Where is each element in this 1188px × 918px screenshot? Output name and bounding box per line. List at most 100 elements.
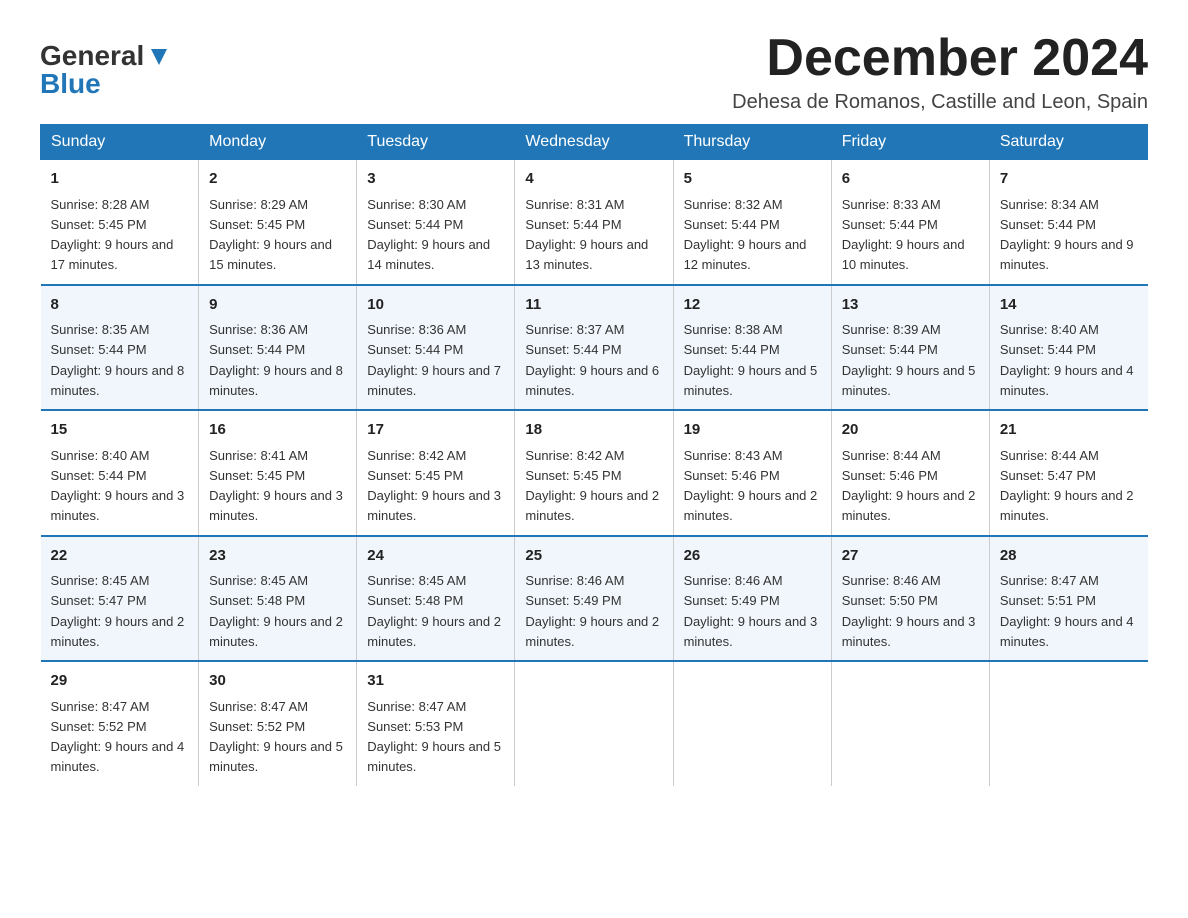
day-number: 31: [367, 670, 504, 693]
day-number: 4: [525, 168, 662, 191]
header-day-sunday: Sunday: [41, 125, 199, 160]
calendar-cell: [673, 661, 831, 786]
calendar-cell: 3Sunrise: 8:30 AMSunset: 5:44 PMDaylight…: [357, 160, 515, 285]
calendar-cell: 24 Sunrise: 8:45 AMSunset: 5:48 PMDayligh…: [357, 536, 515, 662]
day-number: 21: [1000, 419, 1138, 442]
calendar-cell: 10 Sunrise: 8:36 AMSunset: 5:44 PMDayligh…: [357, 285, 515, 411]
day-number: 15: [51, 419, 189, 442]
calendar-cell: 6 Sunrise: 8:33 AMSunset: 5:44 PMDaylight…: [831, 160, 989, 285]
calendar-cell: [989, 661, 1147, 786]
day-info: Sunrise: 8:36 AMSunset: 5:44 PMDaylight:…: [209, 322, 343, 398]
calendar-cell: 14 Sunrise: 8:40 AMSunset: 5:44 PMDayligh…: [989, 285, 1147, 411]
day-info: Sunrise: 8:42 AMSunset: 5:45 PMDaylight:…: [525, 448, 659, 524]
day-info: Sunrise: 8:35 AMSunset: 5:44 PMDaylight:…: [51, 322, 185, 398]
day-number: 17: [367, 419, 504, 442]
day-number: 6: [842, 168, 979, 191]
day-info: Sunrise: 8:47 AMSunset: 5:52 PMDaylight:…: [51, 699, 185, 775]
calendar-cell: 26Sunrise: 8:46 AMSunset: 5:49 PMDayligh…: [673, 536, 831, 662]
day-info: Sunrise: 8:43 AMSunset: 5:46 PMDaylight:…: [684, 448, 818, 524]
header-day-monday: Monday: [199, 125, 357, 160]
day-number: 2: [209, 168, 346, 191]
day-number: 27: [842, 545, 979, 568]
day-info: Sunrise: 8:45 AMSunset: 5:48 PMDaylight:…: [367, 573, 501, 649]
calendar-cell: 30 Sunrise: 8:47 AMSunset: 5:52 PMDayligh…: [199, 661, 357, 786]
calendar-cell: 18 Sunrise: 8:42 AMSunset: 5:45 PMDayligh…: [515, 410, 673, 536]
day-number: 13: [842, 294, 979, 317]
calendar-table: SundayMondayTuesdayWednesdayThursdayFrid…: [40, 124, 1148, 786]
day-info: Sunrise: 8:34 AMSunset: 5:44 PMDaylight:…: [1000, 197, 1134, 273]
day-number: 19: [684, 419, 821, 442]
day-info: Sunrise: 8:36 AMSunset: 5:44 PMDaylight:…: [367, 322, 501, 398]
day-info: Sunrise: 8:32 AMSunset: 5:44 PMDaylight:…: [684, 197, 807, 273]
header-day-wednesday: Wednesday: [515, 125, 673, 160]
day-number: 1: [51, 168, 189, 191]
calendar-cell: 11 Sunrise: 8:37 AMSunset: 5:44 PMDayligh…: [515, 285, 673, 411]
calendar-cell: 5 Sunrise: 8:32 AMSunset: 5:44 PMDaylight…: [673, 160, 831, 285]
calendar-week-row: 29Sunrise: 8:47 AMSunset: 5:52 PMDayligh…: [41, 661, 1148, 786]
day-info: Sunrise: 8:30 AMSunset: 5:44 PMDaylight:…: [367, 197, 490, 273]
day-info: Sunrise: 8:29 AMSunset: 5:45 PMDaylight:…: [209, 197, 332, 273]
day-number: 22: [51, 545, 189, 568]
calendar-cell: [515, 661, 673, 786]
day-number: 24: [367, 545, 504, 568]
day-info: Sunrise: 8:44 AMSunset: 5:46 PMDaylight:…: [842, 448, 976, 524]
calendar-cell: 8 Sunrise: 8:35 AMSunset: 5:44 PMDaylight…: [41, 285, 199, 411]
logo-blue-row: Blue: [40, 68, 101, 100]
month-title: December 2024: [732, 30, 1148, 87]
calendar-cell: 31 Sunrise: 8:47 AMSunset: 5:53 PMDayligh…: [357, 661, 515, 786]
day-number: 14: [1000, 294, 1138, 317]
logo-blue-text: Blue: [40, 68, 101, 100]
day-number: 8: [51, 294, 189, 317]
day-info: Sunrise: 8:46 AMSunset: 5:50 PMDaylight:…: [842, 573, 976, 649]
day-info: Sunrise: 8:40 AMSunset: 5:44 PMDaylight:…: [1000, 322, 1134, 398]
header-day-saturday: Saturday: [989, 125, 1147, 160]
day-number: 20: [842, 419, 979, 442]
day-info: Sunrise: 8:46 AMSunset: 5:49 PMDaylight:…: [525, 573, 659, 649]
day-info: Sunrise: 8:41 AMSunset: 5:45 PMDaylight:…: [209, 448, 343, 524]
day-info: Sunrise: 8:47 AMSunset: 5:53 PMDaylight:…: [367, 699, 501, 775]
day-info: Sunrise: 8:44 AMSunset: 5:47 PMDaylight:…: [1000, 448, 1134, 524]
day-info: Sunrise: 8:47 AMSunset: 5:52 PMDaylight:…: [209, 699, 343, 775]
day-info: Sunrise: 8:42 AMSunset: 5:45 PMDaylight:…: [367, 448, 501, 524]
logo-arrow-icon: [148, 45, 170, 67]
header-day-thursday: Thursday: [673, 125, 831, 160]
logo: General Blue: [40, 40, 170, 100]
day-number: 26: [684, 545, 821, 568]
day-info: Sunrise: 8:45 AMSunset: 5:48 PMDaylight:…: [209, 573, 343, 649]
calendar-cell: 29Sunrise: 8:47 AMSunset: 5:52 PMDayligh…: [41, 661, 199, 786]
calendar-cell: 13 Sunrise: 8:39 AMSunset: 5:44 PMDayligh…: [831, 285, 989, 411]
calendar-week-row: 15 Sunrise: 8:40 AMSunset: 5:44 PMDayligh…: [41, 410, 1148, 536]
day-info: Sunrise: 8:39 AMSunset: 5:44 PMDaylight:…: [842, 322, 976, 398]
day-number: 10: [367, 294, 504, 317]
calendar-cell: 27 Sunrise: 8:46 AMSunset: 5:50 PMDayligh…: [831, 536, 989, 662]
day-number: 28: [1000, 545, 1138, 568]
calendar-cell: 23Sunrise: 8:45 AMSunset: 5:48 PMDayligh…: [199, 536, 357, 662]
day-number: 18: [525, 419, 662, 442]
calendar-week-row: 22Sunrise: 8:45 AMSunset: 5:47 PMDayligh…: [41, 536, 1148, 662]
day-info: Sunrise: 8:33 AMSunset: 5:44 PMDaylight:…: [842, 197, 965, 273]
calendar-cell: 22Sunrise: 8:45 AMSunset: 5:47 PMDayligh…: [41, 536, 199, 662]
day-number: 9: [209, 294, 346, 317]
header-day-friday: Friday: [831, 125, 989, 160]
calendar-cell: 20 Sunrise: 8:44 AMSunset: 5:46 PMDayligh…: [831, 410, 989, 536]
day-number: 16: [209, 419, 346, 442]
day-number: 30: [209, 670, 346, 693]
day-info: Sunrise: 8:40 AMSunset: 5:44 PMDaylight:…: [51, 448, 185, 524]
calendar-cell: [831, 661, 989, 786]
day-info: Sunrise: 8:37 AMSunset: 5:44 PMDaylight:…: [525, 322, 659, 398]
day-number: 12: [684, 294, 821, 317]
day-number: 25: [525, 545, 662, 568]
calendar-cell: 19 Sunrise: 8:43 AMSunset: 5:46 PMDayligh…: [673, 410, 831, 536]
calendar-cell: 12Sunrise: 8:38 AMSunset: 5:44 PMDayligh…: [673, 285, 831, 411]
title-block: December 2024 Dehesa de Romanos, Castill…: [732, 30, 1148, 114]
day-info: Sunrise: 8:28 AMSunset: 5:45 PMDaylight:…: [51, 197, 174, 273]
day-number: 7: [1000, 168, 1138, 191]
day-info: Sunrise: 8:47 AMSunset: 5:51 PMDaylight:…: [1000, 573, 1134, 649]
calendar-cell: 21 Sunrise: 8:44 AMSunset: 5:47 PMDayligh…: [989, 410, 1147, 536]
day-number: 5: [684, 168, 821, 191]
header-day-tuesday: Tuesday: [357, 125, 515, 160]
calendar-week-row: 8 Sunrise: 8:35 AMSunset: 5:44 PMDaylight…: [41, 285, 1148, 411]
header-row: SundayMondayTuesdayWednesdayThursdayFrid…: [41, 125, 1148, 160]
calendar-cell: 15 Sunrise: 8:40 AMSunset: 5:44 PMDayligh…: [41, 410, 199, 536]
day-number: 11: [525, 294, 662, 317]
